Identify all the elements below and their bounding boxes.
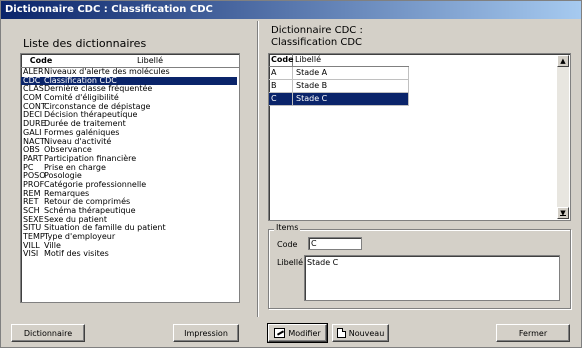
- nouveau-button-label: Nouveau: [348, 328, 385, 338]
- scroll-down-button[interactable]: ▼: [557, 207, 569, 219]
- grid-row[interactable]: B Stade B: [269, 80, 570, 93]
- code-field[interactable]: C: [308, 237, 362, 250]
- grid-column-code[interactable]: Code: [269, 54, 294, 67]
- grid-scrollbar[interactable]: ▲ ▼: [557, 55, 569, 219]
- grid-column-libelle[interactable]: Libellé: [293, 54, 409, 67]
- dictionnaire-button-label: Dictionnaire: [23, 328, 73, 338]
- grid-row-code: A: [269, 67, 293, 80]
- libelle-label: Libellé: [277, 258, 304, 267]
- fermer-button[interactable]: Fermer: [496, 324, 570, 342]
- items-legend: Items: [274, 223, 301, 232]
- edit-icon: [274, 328, 286, 338]
- grid-row-libelle: Stade A: [293, 67, 409, 80]
- grid-row[interactable]: A Stade A: [269, 67, 570, 80]
- nouveau-button[interactable]: Nouveau: [332, 324, 389, 342]
- grid-row-libelle: Stade C: [293, 93, 409, 106]
- dictionary-row-libelle: Motif des visites: [44, 249, 109, 259]
- libelle-field[interactable]: Stade C: [304, 255, 560, 301]
- dictionary-list[interactable]: Code Libellé ALER Niveaux d'alerte des mo…: [20, 53, 240, 303]
- column-header-libelle[interactable]: Libellé: [61, 56, 239, 65]
- fermer-button-label: Fermer: [518, 328, 548, 338]
- window-title: Dictionnaire CDC : Classification CDC: [1, 1, 581, 19]
- dictionary-rows: ALER Niveaux d'alerte des molécules CDC Cla…: [21, 67, 239, 259]
- panel-divider: [257, 21, 259, 317]
- impression-button[interactable]: Impression: [173, 324, 239, 342]
- detail-heading-line2: Classification CDC: [271, 37, 363, 48]
- grid-row-code: B: [269, 80, 293, 93]
- grid-row-code: C: [269, 93, 293, 106]
- new-document-icon: [336, 328, 346, 338]
- column-header-code[interactable]: Code: [21, 56, 61, 65]
- dictionary-list-heading: Liste des dictionnaires: [23, 37, 147, 50]
- dictionary-row-code: VISI: [23, 249, 39, 259]
- impression-button-label: Impression: [184, 328, 228, 338]
- items-grid[interactable]: Code Libellé A Stade A B Stade B C Stade C ▲ …: [268, 53, 571, 221]
- modifier-button[interactable]: Modifier: [267, 323, 328, 343]
- grid-row[interactable]: C Stade C: [269, 93, 570, 106]
- detail-heading-line1: Dictionnaire CDC :: [271, 25, 363, 36]
- grid-row-libelle: Stade B: [293, 80, 409, 93]
- modifier-button-label: Modifier: [288, 328, 321, 338]
- dictionary-detail-heading: Dictionnaire CDC : Classification CDC: [271, 25, 363, 49]
- code-label: Code: [277, 240, 298, 249]
- items-grid-header: Code Libellé: [269, 54, 570, 67]
- dictionary-row[interactable]: VISI Motif des visites: [21, 250, 239, 259]
- items-grid-rows: A Stade A B Stade B C Stade C: [269, 67, 570, 106]
- scroll-up-button[interactable]: ▲: [557, 55, 569, 67]
- dictionnaire-button[interactable]: Dictionnaire: [11, 324, 85, 342]
- dictionary-list-header: Code Libellé: [21, 54, 239, 68]
- dictionary-window: Dictionnaire CDC : Classification CDC Li…: [0, 0, 582, 348]
